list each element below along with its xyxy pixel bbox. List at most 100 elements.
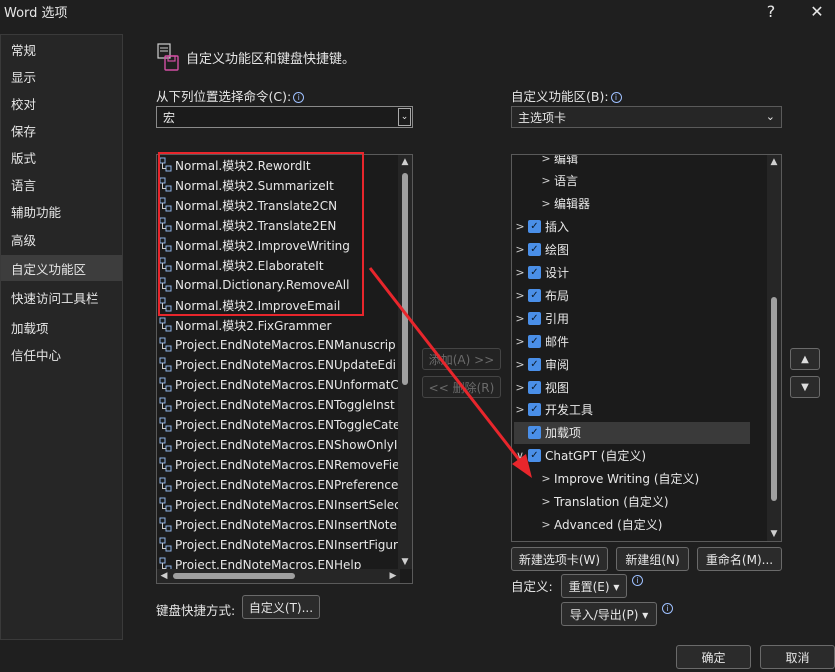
tree-item-label: 编辑器	[554, 197, 591, 212]
chevron-down-icon: ⌄	[765, 110, 775, 123]
chevron-down-icon: ⌄	[398, 108, 411, 126]
scroll-left-icon[interactable]: ◀	[157, 569, 171, 583]
options-nav: 常规 显示 校对 保存 版式 语言 辅助功能 高级自定义功能区 快速访问工具栏 加载项 信任中心	[0, 34, 123, 640]
macro-icon	[159, 477, 173, 493]
nav-item[interactable]: 校对	[1, 90, 122, 116]
ribbon-tree-item[interactable]: > 编辑器	[540, 193, 590, 215]
command-label: Normal.模块2.FixGrammer	[175, 318, 332, 333]
chevron-right-icon[interactable]: >	[540, 495, 552, 508]
ribbon-tree-item[interactable]: > ✓ 插入	[514, 216, 569, 238]
import-export-button[interactable]: 导入/导出(P) ▾	[561, 602, 657, 626]
commands-hscroll[interactable]: ◀ ▶	[157, 569, 400, 583]
info-icon: i	[662, 603, 673, 614]
customize-ribbon-icon	[157, 43, 179, 71]
command-item[interactable]: Project.EndNoteMacros.ENInsertSelec	[159, 495, 401, 515]
info-icon: i	[632, 575, 643, 586]
choose-commands-select[interactable]: 宏 ⌄	[156, 106, 413, 128]
ribbon-tree-item[interactable]: > Advanced (自定义)	[540, 513, 662, 535]
tree-item-label: 编辑	[554, 154, 579, 166]
macro-icon	[159, 377, 173, 393]
tree-item-label: 视图	[545, 380, 570, 395]
ribbon-tree-item[interactable]: > 编辑	[540, 154, 579, 169]
nav-item[interactable]: 高级	[1, 226, 122, 252]
tab-checkbox[interactable]: ✓	[528, 243, 541, 257]
command-item[interactable]: Project.EndNoteMacros.ENInsertNote	[159, 515, 397, 535]
scroll-down-icon[interactable]: ▼	[398, 555, 412, 569]
command-label: Project.EndNoteMacros.ENInsertFigur	[175, 538, 398, 552]
close-button[interactable]: ✕	[803, 0, 831, 22]
move-down-button[interactable]: ▼	[790, 376, 820, 398]
chevron-right-icon[interactable]: >	[514, 243, 526, 256]
new-group-button[interactable]: 新建组(N)	[616, 547, 689, 571]
tree-item-label: 语言	[554, 174, 579, 189]
ribbon-tree-item[interactable]: > Improve Writing (自定义)	[540, 468, 699, 490]
macro-icon	[159, 357, 173, 373]
hscroll-thumb[interactable]	[173, 573, 295, 579]
nav-item[interactable]: 常规	[1, 36, 122, 62]
tab-checkbox[interactable]	[528, 540, 541, 541]
page-title: 自定义功能区和键盘快捷键。	[186, 52, 356, 67]
reset-button[interactable]: 重置(E) ▾	[561, 574, 627, 598]
command-item[interactable]: Project.EndNoteMacros.ENInsertFigur	[159, 535, 398, 555]
ribbon-select[interactable]: 主选项卡 ⌄	[511, 106, 782, 128]
tab-checkbox[interactable]: ✓	[528, 220, 541, 234]
nav-item[interactable]: 显示	[1, 63, 122, 89]
ribbon-tree-item[interactable]: > ✓ 绘图	[514, 239, 569, 261]
tree-item-label: 加载项	[545, 426, 582, 441]
ribbon-tree-item[interactable]: > 帮助	[514, 536, 569, 542]
scroll-up-icon[interactable]: ▲	[398, 155, 412, 169]
chevron-right-icon[interactable]: >	[540, 174, 552, 187]
ribbon-tree-item[interactable]: > Translation (自定义)	[540, 491, 669, 513]
chevron-right-icon[interactable]: >	[540, 197, 552, 210]
tree-item-label: 帮助	[545, 539, 569, 542]
annotation-arrow	[368, 267, 532, 478]
nav-item[interactable]: 自定义功能区	[1, 255, 122, 281]
chevron-right-icon[interactable]: >	[540, 518, 552, 531]
macro-icon	[159, 497, 173, 513]
chevron-right-icon[interactable]: >	[514, 220, 526, 233]
nav-item[interactable]: 辅助功能	[1, 198, 122, 224]
info-icon: i	[610, 92, 622, 103]
chevron-right-icon[interactable]: >	[514, 541, 526, 542]
macro-icon	[159, 397, 173, 413]
tree-item-label: 引用	[545, 311, 570, 326]
tree-item-label: Improve Writing (自定义)	[554, 472, 700, 487]
keyboard-shortcuts-label: 键盘快捷方式:	[156, 603, 236, 618]
ribbon-tree-item[interactable]: > 语言	[540, 170, 578, 192]
nav-item[interactable]: 信任中心	[1, 341, 122, 367]
tree-item-label: 插入	[545, 220, 570, 235]
scroll-down-icon[interactable]: ▼	[767, 527, 781, 541]
cancel-button[interactable]: 取消	[760, 645, 835, 669]
nav-item[interactable]: 加载项	[1, 314, 122, 340]
customize-label: 自定义:	[511, 579, 553, 594]
customize-keyboard-button[interactable]: 自定义(T)...	[242, 595, 320, 619]
macro-icon	[159, 337, 173, 353]
title-bar: Word 选项 ? ✕	[0, 0, 835, 24]
scroll-up-icon[interactable]: ▲	[767, 155, 781, 169]
scroll-right-icon[interactable]: ▶	[386, 569, 400, 583]
macro-icon	[159, 317, 173, 333]
scroll-thumb[interactable]	[771, 297, 777, 501]
nav-item[interactable]: 保存	[1, 117, 122, 143]
nav-item[interactable]: 版式	[1, 144, 122, 170]
macro-icon	[159, 537, 173, 553]
ribbon-tree-item[interactable]: ✓ 加载项	[514, 421, 750, 444]
macro-icon	[159, 457, 173, 473]
chevron-right-icon[interactable]: >	[540, 472, 552, 485]
nav-item[interactable]: 快速访问工具栏	[1, 284, 122, 310]
command-label: Project.EndNoteMacros.ENInsertNote	[175, 518, 397, 532]
command-item[interactable]: Normal.模块2.FixGrammer	[159, 315, 331, 335]
rename-button[interactable]: 重命名(M)...	[697, 547, 782, 571]
help-button[interactable]: ?	[757, 0, 785, 22]
ok-button[interactable]: 确定	[676, 645, 751, 669]
macro-icon	[159, 417, 173, 433]
tree-item-label: Translation (自定义)	[554, 495, 669, 509]
chevron-right-icon[interactable]: >	[540, 155, 552, 165]
tree-vscroll[interactable]: ▲ ▼	[767, 155, 781, 541]
ribbon-tree[interactable]: > 编辑 > 语言 > 编辑器 > ✓ 插入 > ✓ 绘图 > ✓ 设计 > ✓ 布局 > ✓ 引用 > ✓ 邮件 > ✓ 审阅 > ✓…	[511, 154, 782, 542]
new-tab-button[interactable]: 新建选项卡(W)	[511, 547, 608, 571]
move-up-button[interactable]: ▲	[790, 348, 820, 370]
nav-item[interactable]: 语言	[1, 171, 122, 197]
customize-ribbon-label: 自定义功能区(B): i	[511, 86, 622, 105]
choose-commands-label: 从下列位置选择命令(C): i	[156, 86, 305, 105]
